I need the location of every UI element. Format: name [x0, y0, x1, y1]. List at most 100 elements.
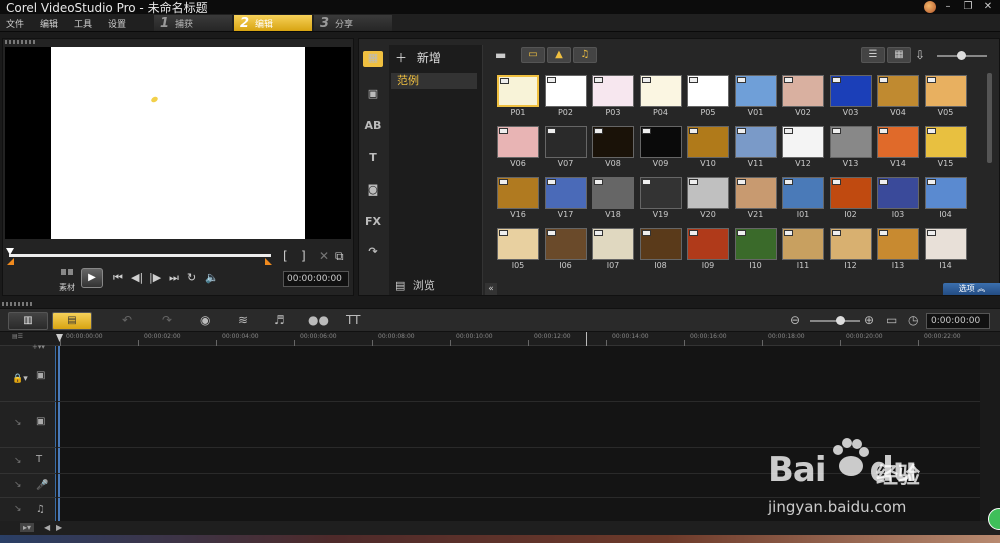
- music-visibility-icon[interactable]: ↘: [14, 504, 22, 514]
- media-thumbnail[interactable]: [687, 228, 729, 260]
- undo-icon[interactable]: ↶: [122, 313, 132, 327]
- music-track-icon[interactable]: ♫: [36, 504, 45, 515]
- previous-frame-icon[interactable]: ◀|: [131, 271, 143, 284]
- subtitle-editor-icon[interactable]: TT: [346, 313, 360, 327]
- media-thumbnail[interactable]: [592, 228, 634, 260]
- media-thumbnail[interactable]: [782, 126, 824, 158]
- media-thumbnail[interactable]: [687, 75, 729, 107]
- home-icon[interactable]: ⏮: [113, 271, 123, 285]
- media-thumbnail[interactable]: [687, 177, 729, 209]
- tab-edit[interactable]: 2 编辑: [234, 15, 312, 31]
- media-thumbnail[interactable]: [497, 126, 539, 158]
- media-thumbnail[interactable]: [497, 75, 539, 107]
- open-folder-icon[interactable]: ▬: [495, 48, 506, 62]
- scroll-left-icon[interactable]: ◀: [44, 523, 50, 532]
- media-thumbnail[interactable]: [877, 126, 919, 158]
- title-track-icon[interactable]: T: [36, 454, 42, 465]
- media-thumbnail[interactable]: [544, 228, 587, 260]
- sort-icon[interactable]: ⇩: [915, 48, 925, 62]
- media-thumbnail[interactable]: [544, 177, 587, 209]
- add-folder-button[interactable]: ＋ 新增: [395, 49, 441, 66]
- media-thumbnail[interactable]: [497, 228, 539, 260]
- video-track-icon[interactable]: ▣: [36, 370, 45, 381]
- mark-in-button[interactable]: [: [283, 249, 288, 263]
- project-duration-timecode[interactable]: 0:00:00:00: [926, 313, 990, 329]
- storyboard-view-button[interactable]: ▥: [8, 312, 48, 330]
- tab-share[interactable]: 3 分享: [314, 15, 392, 31]
- graphic-tab-icon[interactable]: ◙: [363, 183, 383, 199]
- media-thumbnail[interactable]: [829, 126, 872, 158]
- media-thumbnail[interactable]: [924, 177, 967, 209]
- menu-file[interactable]: 文件: [6, 17, 24, 30]
- media-thumbnail[interactable]: [877, 75, 919, 107]
- enlarge-preview-icon[interactable]: ⧉: [335, 249, 344, 264]
- show-video-button[interactable]: ▭: [521, 47, 545, 63]
- video-track[interactable]: [58, 352, 980, 402]
- voice-track-icon[interactable]: 🎤: [36, 480, 48, 491]
- media-thumbnail[interactable]: [639, 126, 682, 158]
- zoom-out-icon[interactable]: ⊖: [790, 313, 800, 327]
- timeline-zoom-knob[interactable]: [836, 316, 845, 325]
- next-frame-icon[interactable]: |▶: [149, 271, 161, 284]
- repeat-icon[interactable]: ↻: [187, 271, 196, 284]
- transition-tab-icon[interactable]: AB: [363, 119, 383, 135]
- instant-project-tab-icon[interactable]: ▣: [363, 87, 383, 103]
- media-thumbnail[interactable]: [639, 228, 682, 260]
- show-photo-button[interactable]: ▲: [547, 47, 571, 63]
- fit-project-icon[interactable]: ▭: [886, 313, 897, 327]
- redo-icon[interactable]: ↷: [162, 313, 172, 327]
- media-thumbnail[interactable]: [734, 177, 777, 209]
- filter-tab-icon[interactable]: FX: [363, 215, 383, 231]
- overlay-visibility-icon[interactable]: ↘: [14, 418, 22, 428]
- media-thumbnail[interactable]: [592, 177, 634, 209]
- media-thumbnail[interactable]: [782, 75, 824, 107]
- project-mode-indicator[interactable]: [61, 269, 75, 275]
- media-thumbnail[interactable]: [829, 75, 872, 107]
- timeline-view-button[interactable]: ▤: [52, 312, 92, 330]
- trim-start-marker[interactable]: [7, 258, 14, 265]
- media-thumbnail[interactable]: [734, 228, 777, 260]
- clip-mode-label[interactable]: 素材: [59, 282, 75, 293]
- media-thumbnail[interactable]: [877, 177, 919, 209]
- auto-music-icon[interactable]: ♬: [274, 313, 285, 327]
- media-thumbnail[interactable]: [497, 177, 539, 209]
- close-icon[interactable]: ✕: [980, 1, 996, 13]
- media-thumbnail[interactable]: [924, 126, 967, 158]
- scroll-right-icon[interactable]: ▶: [56, 523, 62, 532]
- record-capture-icon[interactable]: ◉: [200, 313, 210, 327]
- show-audio-button[interactable]: ♫: [573, 47, 597, 63]
- media-thumbnail[interactable]: [924, 75, 967, 107]
- media-thumbnail[interactable]: [687, 126, 729, 158]
- media-thumbnail[interactable]: [734, 75, 777, 107]
- volume-icon[interactable]: 🔈: [205, 271, 219, 284]
- options-button[interactable]: 选项 ︽: [943, 283, 1000, 295]
- tab-capture[interactable]: 1 捕获: [154, 15, 232, 31]
- media-thumbnail[interactable]: [639, 177, 682, 209]
- folder-item-samples[interactable]: 范例: [391, 73, 477, 89]
- media-thumbnail[interactable]: [782, 228, 824, 260]
- motion-tracking-icon[interactable]: ●●: [308, 313, 329, 327]
- media-thumbnail[interactable]: [829, 228, 872, 260]
- thumbnail-view-button[interactable]: ▦: [887, 47, 911, 63]
- media-thumbnail[interactable]: [829, 177, 872, 209]
- preview-timecode[interactable]: 00:00:00:00: [283, 271, 349, 287]
- media-thumbnail[interactable]: [544, 75, 587, 107]
- track-lock-icon[interactable]: 🔒▾: [12, 374, 28, 384]
- title-tab-icon[interactable]: T: [363, 151, 383, 167]
- corel-logo-icon[interactable]: [924, 1, 936, 13]
- menu-edit[interactable]: 编辑: [40, 17, 58, 30]
- media-thumbnail[interactable]: [924, 228, 967, 260]
- panel-grip[interactable]: [5, 40, 35, 44]
- timeline-zoom-slider[interactable]: [810, 320, 860, 322]
- split-clip-icon[interactable]: ✕: [319, 249, 329, 263]
- menu-settings[interactable]: 设置: [108, 17, 126, 30]
- scrub-bar[interactable]: [9, 254, 271, 257]
- media-thumbnail[interactable]: [782, 177, 824, 209]
- media-thumbnail[interactable]: [544, 126, 587, 158]
- minimize-icon[interactable]: –: [940, 1, 956, 13]
- trim-end-marker[interactable]: [265, 258, 272, 265]
- collapse-folder-pane-icon[interactable]: «: [485, 283, 497, 295]
- track-manager-icon[interactable]: ▤☰: [12, 333, 23, 340]
- browse-button[interactable]: ▤ 浏览: [395, 277, 435, 293]
- timeline-ruler[interactable]: ▤☰ 00:00:00:00 00:00:02:00 00:00:04:00 00:0…: [0, 332, 1000, 346]
